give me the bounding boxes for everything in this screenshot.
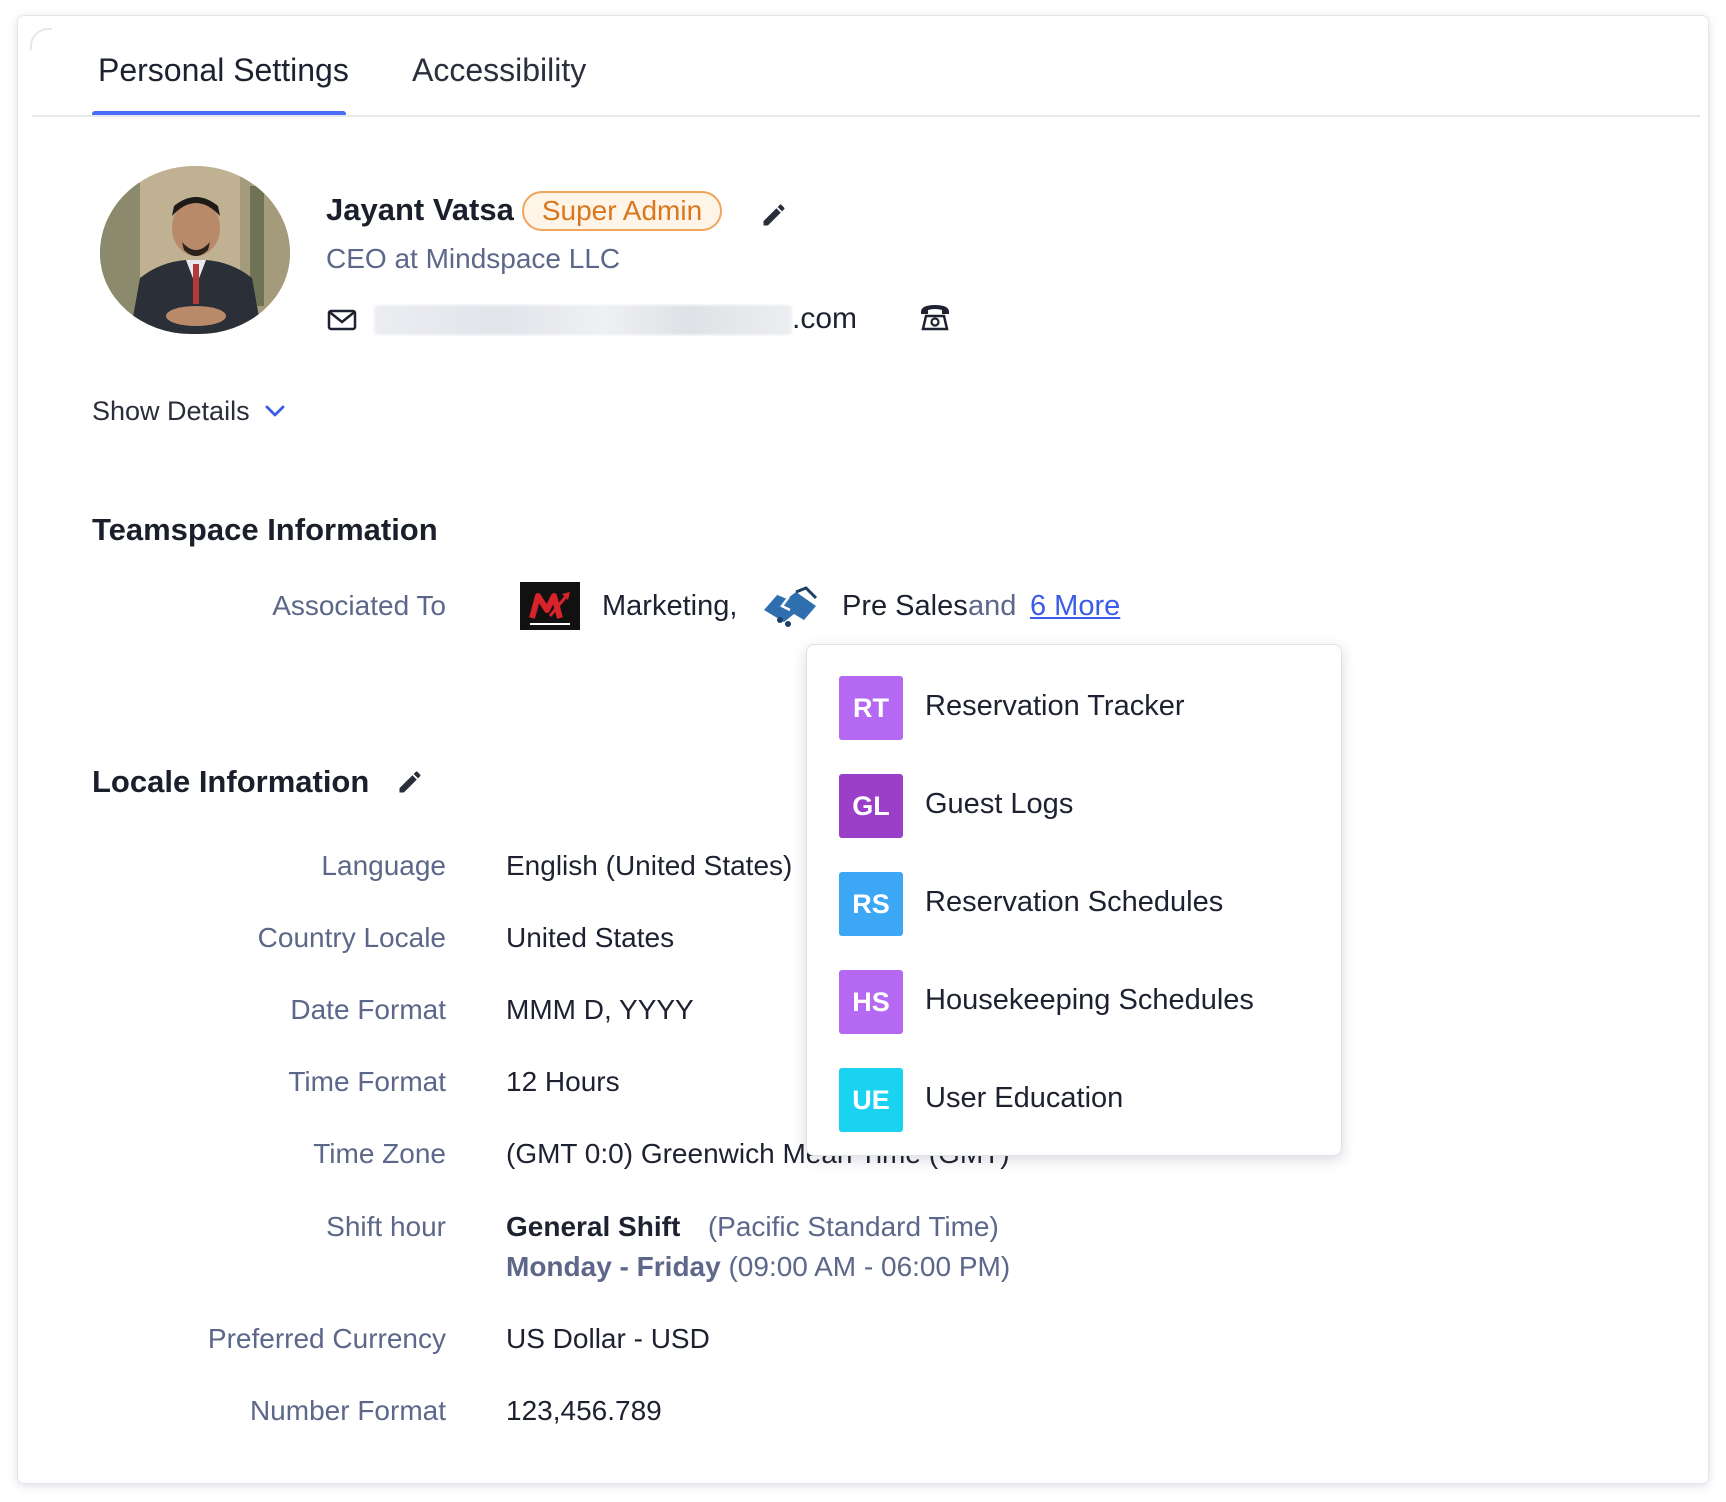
date-format-value: MMM D, YYYY: [506, 994, 694, 1025]
shift-hour-value: General Shift (Pacific Standard Time): [506, 1211, 999, 1243]
user-name: Jayant Vatsa: [326, 192, 514, 227]
phone-icon[interactable]: [918, 302, 952, 332]
number-format-label: Number Format: [249, 1395, 446, 1426]
team-initials-badge: RT: [839, 676, 903, 740]
associated-to-label: Associated To: [272, 590, 446, 621]
time-format-value: 12 Hours: [506, 1066, 620, 1097]
marketing-logo: [520, 582, 580, 630]
locale-section-title: Locale Information: [92, 764, 370, 799]
time-format-label: Time Format: [288, 1066, 446, 1097]
language-label: Language: [321, 850, 446, 881]
dropdown-item-label: Reservation Schedules: [925, 886, 1224, 918]
job-title: CEO at Mindspace LLC: [326, 243, 621, 274]
and-text: and: [968, 590, 1017, 622]
date-format-label: Date Format: [290, 994, 446, 1025]
teamspace-section-title: Teamspace Information: [92, 512, 438, 547]
handshake-icon: [760, 580, 820, 632]
dropdown-item-label: User Education: [925, 1082, 1124, 1114]
dropdown-item-reservation-tracker[interactable]: RT Reservation Tracker: [839, 676, 1319, 740]
email-redacted: [374, 305, 792, 335]
dropdown-item-user-education[interactable]: UE User Education: [839, 1068, 1319, 1132]
team-pre-sales[interactable]: Pre Sales: [842, 590, 968, 623]
team-marketing[interactable]: Marketing,: [602, 590, 737, 623]
shift-days: Monday - Friday: [506, 1251, 721, 1282]
chevron-down-icon[interactable]: [264, 404, 286, 418]
tab-accessibility[interactable]: Accessibility: [412, 52, 586, 89]
shift-schedule: Monday - Friday (09:00 AM - 06:00 PM): [506, 1251, 1010, 1283]
preferred-currency-value: US Dollar - USD: [506, 1323, 710, 1354]
team-initials-badge: UE: [839, 1068, 903, 1132]
team-initials-badge: RS: [839, 872, 903, 936]
show-details-toggle[interactable]: Show Details: [92, 396, 250, 427]
team-initials-badge: HS: [839, 970, 903, 1034]
shift-zone: (Pacific Standard Time): [707, 1211, 999, 1242]
team-initials-badge: GL: [839, 774, 903, 838]
dropdown-item-label: Guest Logs: [925, 788, 1074, 820]
avatar: [100, 166, 290, 334]
country-locale-label: Country Locale: [257, 922, 446, 953]
edit-profile-icon[interactable]: [760, 201, 788, 229]
more-teams-dropdown: RT Reservation Tracker GL Guest Logs RS …: [806, 644, 1342, 1156]
role-badge: Super Admin: [522, 191, 722, 231]
tab-divider: [32, 115, 1700, 117]
time-zone-label: Time Zone: [313, 1138, 446, 1169]
dropdown-item-label: Reservation Tracker: [925, 690, 1185, 722]
dropdown-item-reservation-schedules[interactable]: RS Reservation Schedules: [839, 872, 1319, 936]
preferred-currency-label: Preferred Currency: [207, 1323, 446, 1354]
email-domain: .com: [792, 302, 858, 335]
number-format-value: 123,456.789: [506, 1395, 662, 1426]
mail-icon: [327, 309, 357, 331]
country-locale-value: United States: [506, 922, 675, 953]
shift-hours: (09:00 AM - 06:00 PM): [728, 1251, 1011, 1282]
dropdown-item-housekeeping-schedules[interactable]: HS Housekeeping Schedules: [839, 970, 1319, 1034]
tab-personal-settings[interactable]: Personal Settings: [98, 52, 349, 89]
shift-name: General Shift: [506, 1211, 681, 1242]
shift-hour-label: Shift hour: [326, 1211, 446, 1242]
language-value: English (United States): [506, 850, 793, 881]
more-teams-link[interactable]: 6 More: [1030, 590, 1120, 623]
dropdown-item-label: Housekeeping Schedules: [925, 984, 1254, 1016]
dropdown-item-guest-logs[interactable]: GL Guest Logs: [839, 774, 1319, 838]
edit-locale-icon[interactable]: [396, 768, 424, 796]
avatar-photo: [100, 166, 290, 334]
